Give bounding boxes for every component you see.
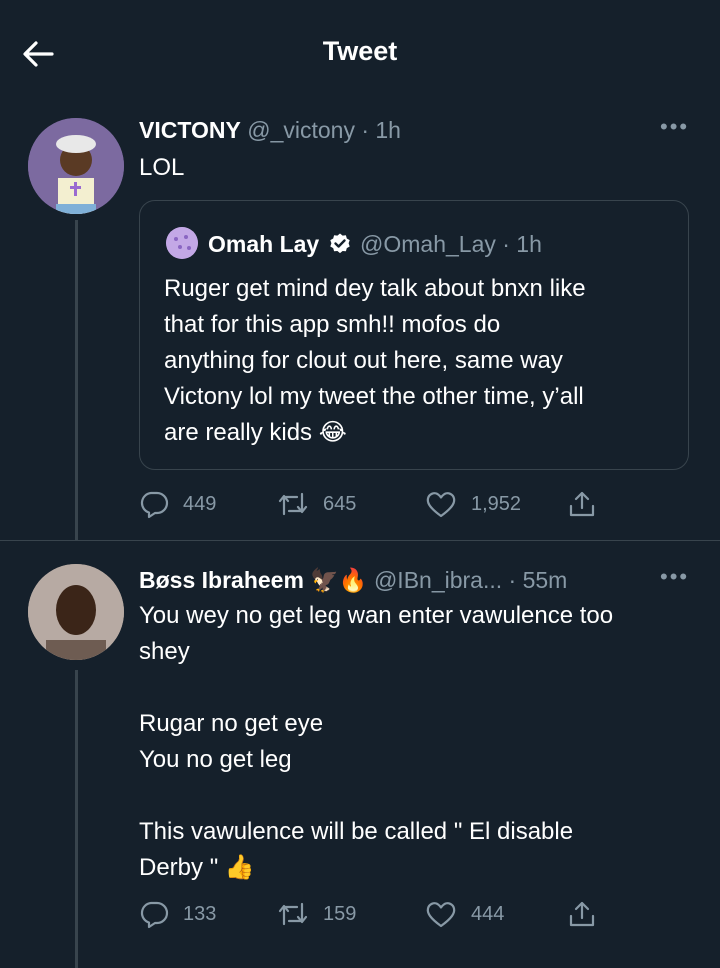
share-button[interactable] [567,489,611,519]
tweet-header: VICTONY @_victony · 1h [139,114,401,146]
quote-text: Ruger get mind dey talk about bnxn like … [164,271,684,451]
more-options-button[interactable]: ••• [660,114,689,140]
avatar-illustration [28,564,124,660]
quote-author-handle: @Omah_Lay [360,231,496,257]
share-button[interactable] [567,899,611,929]
reply-button[interactable]: 133 [139,899,277,929]
tweet-line: You no get leg [139,746,292,773]
tweet-line: Rugar no get eye [139,710,324,737]
quote-line: Ruger get mind dey talk about bnxn like [164,275,586,302]
tweet-line [139,670,699,706]
heart-icon [426,902,456,928]
avatar[interactable] [28,564,124,660]
tweet-time[interactable]: · 1h [361,117,401,143]
like-count: 444 [471,902,505,925]
share-icon [569,901,595,927]
tweet-actions: 133 159 444 [139,898,619,930]
like-button[interactable]: 1,952 [425,489,567,519]
tweet-header: Bøss Ibraheem 🦅🔥 @IBn_ibra... · 55m [139,564,567,596]
reply-count: 133 [183,902,217,925]
retweet-icon [278,902,308,926]
author-name[interactable]: Bøss Ibraheem 🦅🔥 [139,567,368,593]
tweet-line: Derby " 👍 [139,854,255,881]
quote-time: · 1h [502,231,542,257]
quote-avatar [166,227,198,259]
share-icon [569,491,595,517]
tweet-text: You wey no get leg wan enter vawulence t… [139,598,699,886]
tweet-line: You wey no get leg wan enter vawulence t… [139,602,614,629]
author-handle[interactable]: @IBn_ibra... [374,567,502,593]
avatar-illustration [28,118,124,214]
thread-line [75,670,78,968]
author-name[interactable]: VICTONY [139,117,241,143]
like-button[interactable]: 444 [425,899,567,929]
retweet-icon [278,492,308,516]
quote-line: anything for clout out here, same way [164,347,563,374]
quote-author-name: Omah Lay [208,231,320,257]
quote-line: are really kids 😂 [164,419,347,446]
tweet-actions: 449 645 1,952 [139,488,619,520]
avatar-illustration [166,227,198,259]
thread-line [75,220,78,540]
tweet-time[interactable]: · 55m [509,567,568,593]
retweet-count: 645 [323,492,357,515]
heart-icon [426,492,456,518]
page-title: Tweet [322,36,398,66]
like-count: 1,952 [471,492,522,515]
reply-icon [140,491,169,519]
verified-icon [329,233,350,254]
tweet-line: This vawulence will be called " El disab… [139,818,574,845]
retweet-count: 159 [323,902,357,925]
author-handle[interactable]: @_victony [247,117,355,143]
more-options-button[interactable]: ••• [660,564,689,590]
reply-count: 449 [183,492,217,515]
divider [0,540,720,541]
tweet-text: LOL [139,154,185,181]
tweet-line [139,778,699,814]
retweet-button[interactable]: 645 [277,489,425,519]
quoted-tweet[interactable]: Omah Lay @Omah_Lay · 1h Ruger get mind d… [139,200,689,470]
avatar[interactable] [28,118,124,214]
quote-line: that for this app smh!! mofos do [164,311,501,338]
retweet-button[interactable]: 159 [277,899,425,929]
reply-icon [140,901,169,929]
reply-button[interactable]: 449 [139,489,277,519]
quote-header: Omah Lay @Omah_Lay · 1h [208,228,542,260]
tweet-line: shey [139,638,190,665]
quote-line: Victony lol my tweet the other time, y’a… [164,383,584,410]
